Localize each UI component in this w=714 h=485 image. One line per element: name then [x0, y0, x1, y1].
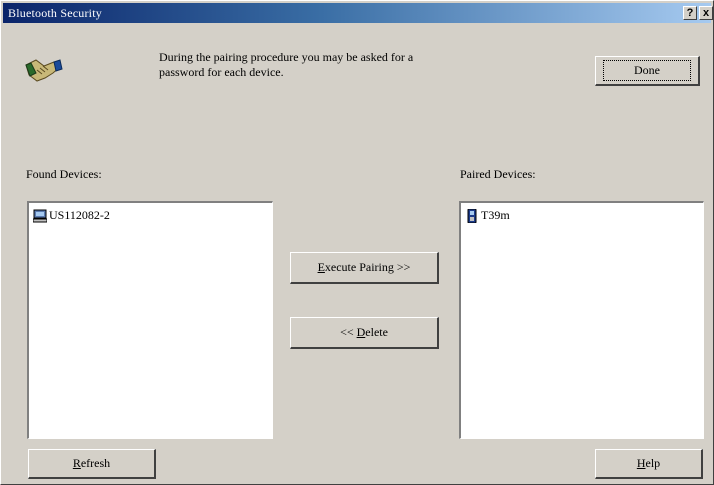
close-button[interactable]: x: [699, 6, 713, 20]
pairing-instructions: During the pairing procedure you may be …: [159, 50, 539, 80]
title-bar[interactable]: Bluetooth Security ? x: [3, 3, 713, 23]
done-button[interactable]: Done: [595, 56, 700, 86]
execute-pairing-button[interactable]: Execute Pairing >>: [290, 252, 439, 284]
close-icon: x: [702, 7, 710, 19]
window-title: Bluetooth Security: [8, 6, 102, 20]
refresh-label: Refresh: [72, 456, 111, 470]
paired-devices-list[interactable]: T39m: [459, 201, 704, 439]
found-devices-label: Found Devices:: [26, 167, 102, 181]
help-question-icon: ?: [686, 7, 694, 19]
execute-pairing-label: Execute Pairing >>: [317, 260, 411, 274]
delete-button[interactable]: << Delete: [290, 317, 439, 349]
phone-icon: [467, 208, 477, 223]
done-button-label: Done: [603, 60, 691, 81]
computer-icon: [33, 209, 47, 222]
paired-devices-label: Paired Devices:: [460, 167, 536, 181]
help-title-button[interactable]: ?: [683, 6, 697, 20]
handshake-icon: [25, 59, 63, 82]
instructions-line-2: password for each device.: [159, 65, 284, 79]
paired-device-item[interactable]: T39m: [465, 208, 510, 223]
paired-device-name: T39m: [481, 208, 510, 222]
instructions-line-1: During the pairing procedure you may be …: [159, 50, 414, 64]
found-devices-list[interactable]: US112082-2: [27, 201, 273, 439]
refresh-button[interactable]: Refresh: [28, 449, 156, 479]
delete-label: << Delete: [340, 325, 388, 339]
help-label: Help: [636, 456, 661, 470]
found-device-item[interactable]: US112082-2: [33, 208, 110, 223]
help-button[interactable]: Help: [595, 449, 703, 479]
bluetooth-security-dialog: Bluetooth Security ? x During the pairin…: [0, 0, 714, 485]
found-device-name: US112082-2: [49, 208, 110, 222]
